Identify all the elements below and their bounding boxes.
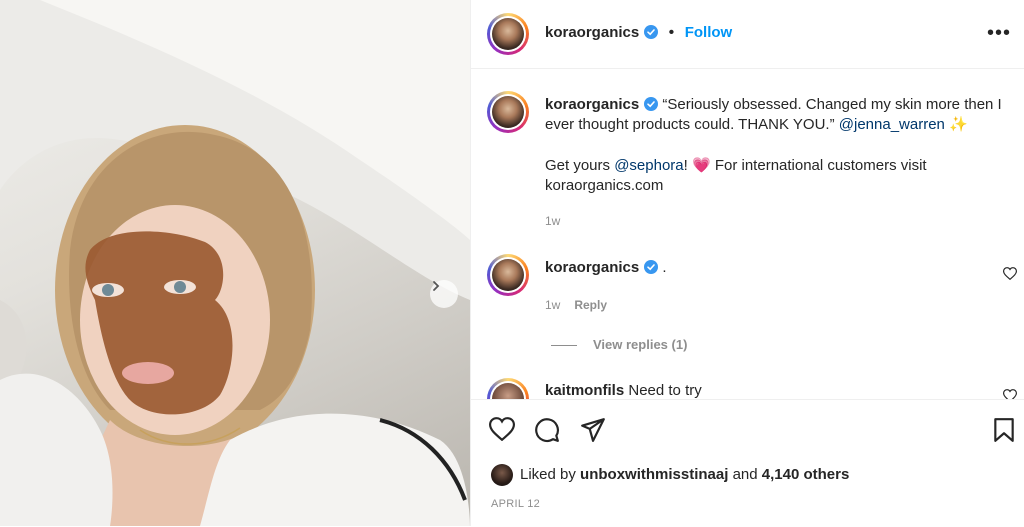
replies-divider — [551, 345, 577, 347]
share-icon[interactable] — [580, 417, 606, 443]
comment-time: 1w — [545, 298, 561, 312]
mention-jenna-warren[interactable]: @jenna_warren — [839, 116, 945, 133]
comment-avatar[interactable] — [487, 254, 529, 296]
comment-body-2: Need to try — [628, 382, 702, 399]
caption-avatar[interactable] — [487, 91, 529, 133]
caption-time: 1w — [545, 214, 561, 228]
heart-emoji: 💗 — [691, 157, 711, 174]
comment-username[interactable]: koraorganics — [545, 259, 639, 276]
sparkles-emoji: ✨ — [949, 116, 968, 133]
post-header: koraorganics • Follow ••• — [471, 0, 1024, 69]
header-user-line: koraorganics • Follow — [545, 24, 732, 42]
post-actions: Liked by unboxwithmisstinaaj and 4,140 o… — [471, 399, 1024, 527]
verified-badge-icon — [644, 97, 659, 111]
likes-count[interactable]: 4,140 others — [762, 466, 850, 483]
caption-get-yours: Get yours — [545, 157, 611, 174]
comments-list: koraorganics “Seriously obsessed. Change… — [471, 69, 1024, 399]
comment-text-2: kaitmonfils Need to try — [545, 381, 702, 399]
view-replies-label: View replies (1) — [593, 337, 688, 352]
likes-and: and — [732, 465, 758, 483]
post-photo[interactable] — [0, 0, 470, 526]
verified-badge-icon — [644, 260, 659, 274]
liker-avatar[interactable] — [491, 464, 513, 486]
view-replies-button[interactable]: View replies (1) — [551, 337, 687, 352]
author-username[interactable]: koraorganics — [545, 24, 639, 41]
caption-text-2: Get yours @sephora! 💗 For international … — [545, 156, 985, 196]
reply-button[interactable]: Reply — [574, 298, 607, 312]
author-avatar[interactable] — [487, 13, 529, 55]
post-view: koraorganics • Follow ••• koraorganics “… — [0, 0, 1024, 526]
likes-summary: Liked by unboxwithmisstinaaj and 4,140 o… — [491, 464, 849, 486]
comment-like-heart-icon[interactable] — [1003, 267, 1017, 280]
comment-icon[interactable] — [534, 417, 560, 443]
caption-text: koraorganics “Seriously obsessed. Change… — [545, 95, 1013, 135]
chevron-right-icon — [433, 281, 440, 291]
comment-username-2[interactable]: kaitmonfils — [545, 382, 624, 399]
more-options-icon[interactable]: ••• — [987, 22, 1011, 45]
comment-text: koraorganics . — [545, 258, 667, 278]
comment-meta: 1w Reply — [545, 298, 607, 312]
follow-button[interactable]: Follow — [685, 24, 733, 41]
comment-like-heart-icon-2[interactable] — [1003, 389, 1017, 399]
comment-avatar-2[interactable] — [487, 378, 529, 399]
post-date: APRIL 12 — [491, 498, 541, 510]
bookmark-icon[interactable] — [993, 417, 1015, 443]
post-detail-panel: koraorganics • Follow ••• koraorganics “… — [470, 0, 1024, 526]
comment-body: . — [662, 259, 667, 276]
liker-username[interactable]: unboxwithmisstinaaj — [580, 466, 728, 483]
heart-icon[interactable] — [489, 417, 515, 441]
photo-illustration — [0, 0, 470, 526]
caption-username[interactable]: koraorganics — [545, 96, 639, 113]
caption-exclaim: ! — [683, 157, 688, 174]
likes-prefix: Liked by — [520, 465, 576, 483]
mention-sephora[interactable]: @sephora — [614, 157, 683, 174]
verified-badge-icon — [644, 25, 659, 39]
next-photo-button[interactable] — [430, 280, 458, 308]
header-separator: • — [668, 24, 675, 41]
